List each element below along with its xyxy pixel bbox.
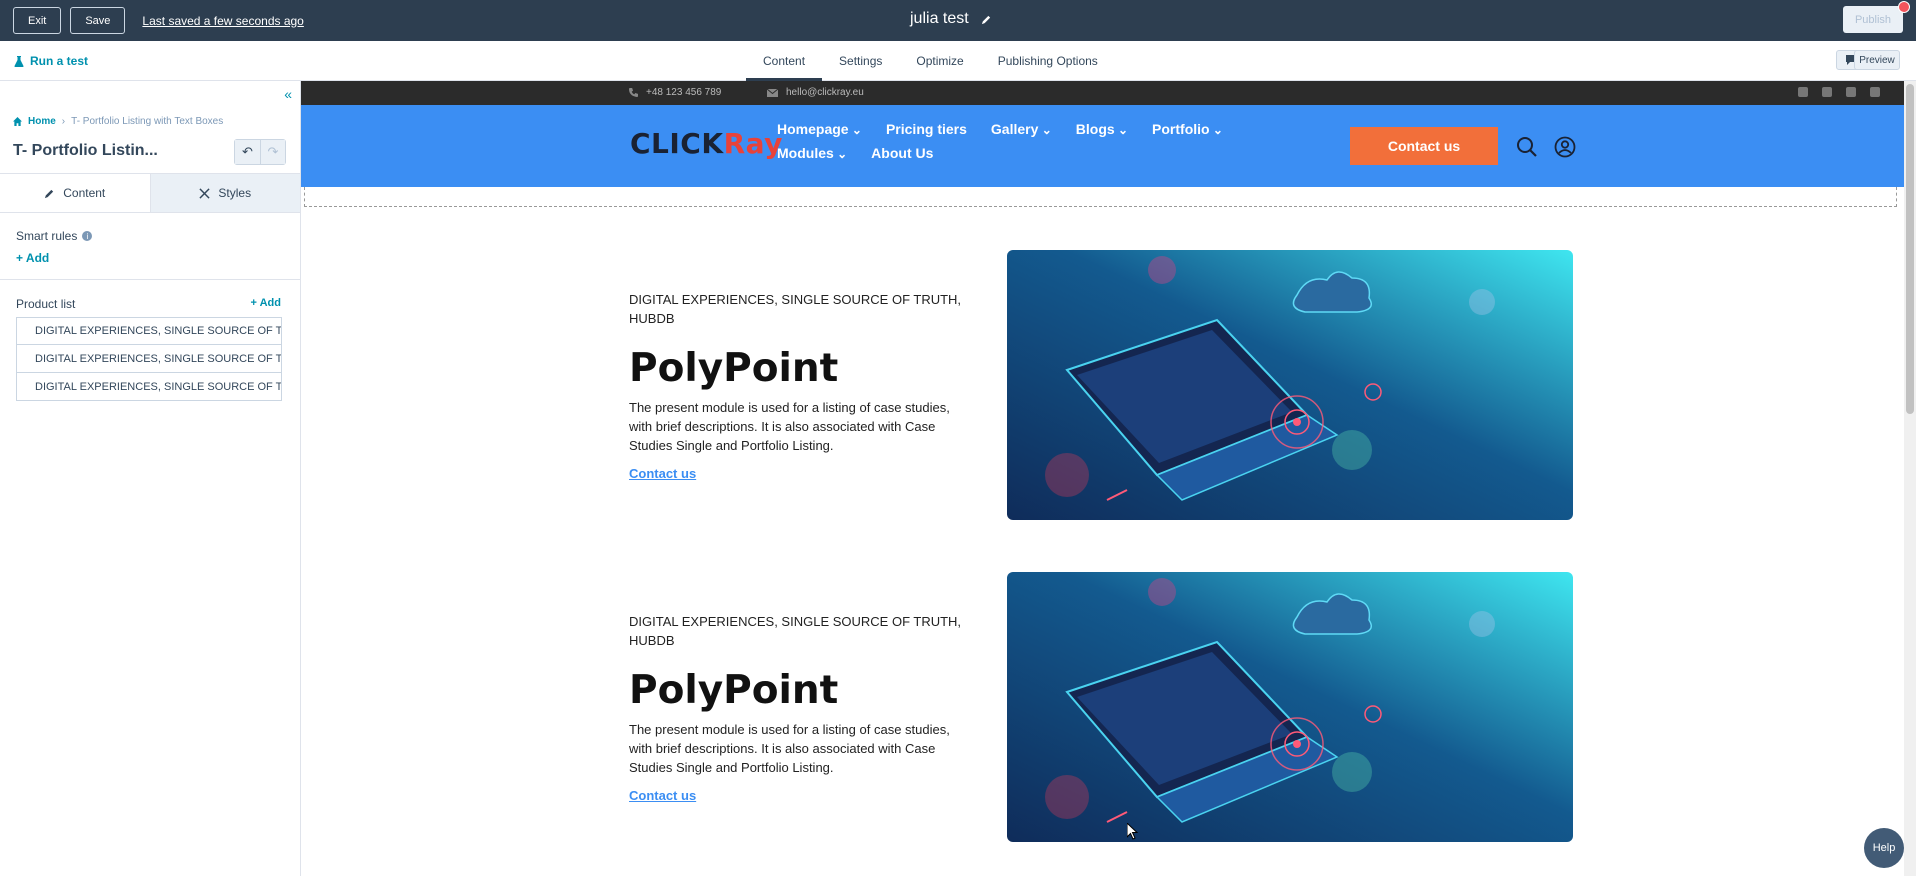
nav-about-us[interactable]: About Us bbox=[871, 145, 933, 161]
add-product-button[interactable]: + Add bbox=[251, 297, 281, 309]
header-contact-button[interactable]: Contact us bbox=[1350, 127, 1498, 165]
add-smart-rule-label: Add bbox=[25, 251, 50, 265]
help-button[interactable]: Help bbox=[1864, 828, 1904, 868]
document-title: julia test bbox=[910, 10, 992, 28]
twitter-icon[interactable] bbox=[1822, 87, 1832, 97]
logo-text-left: CLICK bbox=[630, 127, 724, 160]
video-icon[interactable] bbox=[1870, 87, 1880, 97]
sidebar-tab-content[interactable]: Content bbox=[0, 174, 150, 212]
nav-modules[interactable]: Modules bbox=[777, 145, 847, 161]
redo-icon[interactable]: ↷ bbox=[260, 140, 285, 164]
tab-publishing-options[interactable]: Publishing Options bbox=[981, 41, 1115, 81]
nav-gallery[interactable]: Gallery bbox=[991, 121, 1052, 137]
product-list: DIGITAL EXPERIENCES, SINGLE SOURCE OF T … bbox=[16, 317, 282, 401]
breadcrumb: Home › T- Portfolio Listing with Text Bo… bbox=[13, 116, 223, 127]
site-logo[interactable]: CLICKRay bbox=[630, 127, 783, 160]
site-header: CLICKRay Homepage Pricing tiers Gallery … bbox=[301, 105, 1904, 187]
card-description: The present module is used for a listing… bbox=[629, 400, 950, 453]
tab-content[interactable]: Content bbox=[746, 41, 823, 81]
home-icon bbox=[13, 117, 22, 126]
document-title-text[interactable]: julia test bbox=[910, 10, 969, 28]
nav-blogs[interactable]: Blogs bbox=[1076, 121, 1128, 137]
page-preview-canvas: +48 123 456 789 hello@clickray.eu CLICKR… bbox=[301, 81, 1904, 876]
undo-redo-group: ↶ ↷ bbox=[234, 139, 286, 165]
run-test-label: Run a test bbox=[30, 54, 89, 68]
site-email-text[interactable]: hello@clickray.eu bbox=[786, 87, 864, 98]
logo-text-right: Ray bbox=[723, 127, 783, 160]
add-smart-rule-button[interactable]: + Add bbox=[16, 251, 49, 265]
site-utility-bar: +48 123 456 789 hello@clickray.eu bbox=[301, 81, 1904, 105]
list-item[interactable]: DIGITAL EXPERIENCES, SINGLE SOURCE OF T bbox=[16, 317, 282, 345]
notification-badge bbox=[1898, 1, 1910, 13]
nav-pricing-tiers[interactable]: Pricing tiers bbox=[886, 121, 967, 137]
user-icon[interactable] bbox=[1554, 136, 1576, 158]
tab-settings[interactable]: Settings bbox=[822, 41, 899, 81]
save-button[interactable]: Save bbox=[70, 7, 126, 34]
run-test-button[interactable]: Run a test bbox=[14, 54, 88, 68]
card-contact-link[interactable]: Contact us bbox=[629, 466, 696, 481]
editor-tabs: Content Settings Optimize Publishing Opt… bbox=[746, 41, 1115, 81]
editor-subnav: Run a test Content Settings Optimize Pub… bbox=[0, 41, 1916, 81]
editor-topbar: Exit Save Last saved a few seconds ago j… bbox=[0, 0, 1916, 41]
sidebar-tabs: Content Styles bbox=[0, 173, 300, 213]
nav-portfolio[interactable]: Portfolio bbox=[1152, 121, 1223, 137]
breadcrumb-separator: › bbox=[61, 116, 66, 127]
card-description: The present module is used for a listing… bbox=[629, 722, 950, 775]
list-item[interactable]: DIGITAL EXPERIENCES, SINGLE SOURCE OF T bbox=[16, 373, 282, 401]
card-title: PolyPoint bbox=[629, 346, 839, 391]
site-email: hello@clickray.eu bbox=[767, 87, 864, 98]
preview-button[interactable]: Preview bbox=[1854, 50, 1900, 70]
youtube-icon[interactable] bbox=[1846, 87, 1856, 97]
list-item[interactable]: DIGITAL EXPERIENCES, SINGLE SOURCE OF T bbox=[16, 345, 282, 373]
product-list-label: Product list bbox=[16, 297, 76, 311]
divider bbox=[0, 279, 300, 280]
exit-button[interactable]: Exit bbox=[13, 7, 62, 34]
search-icon[interactable] bbox=[1516, 136, 1538, 158]
mouse-cursor-icon bbox=[1127, 823, 1139, 840]
portfolio-card: DIGITAL EXPERIENCES, SINGLE SOURCE OF TR… bbox=[629, 572, 1573, 842]
card-image bbox=[1007, 250, 1573, 520]
social-links bbox=[1798, 87, 1880, 97]
module-title: T- Portfolio Listin... bbox=[13, 142, 158, 159]
tab-optimize[interactable]: Optimize bbox=[899, 41, 980, 81]
sidebar-tab-styles-label: Styles bbox=[218, 186, 252, 200]
phone-icon bbox=[629, 88, 638, 97]
facebook-icon[interactable] bbox=[1798, 87, 1808, 97]
publish-button[interactable]: Publish bbox=[1843, 6, 1903, 33]
breadcrumb-current: T- Portfolio Listing with Text Boxes bbox=[71, 116, 224, 127]
drop-zone bbox=[304, 187, 1897, 207]
site-phone-text[interactable]: +48 123 456 789 bbox=[646, 87, 721, 98]
laptop-cloud-illustration bbox=[1007, 250, 1573, 520]
nav-homepage[interactable]: Homepage bbox=[777, 121, 862, 137]
undo-icon[interactable]: ↶ bbox=[235, 140, 260, 164]
card-tags: DIGITAL EXPERIENCES, SINGLE SOURCE OF TR… bbox=[629, 292, 962, 326]
card-tags: DIGITAL EXPERIENCES, SINGLE SOURCE OF TR… bbox=[629, 614, 962, 648]
portfolio-card: DIGITAL EXPERIENCES, SINGLE SOURCE OF TR… bbox=[629, 250, 1573, 520]
info-icon[interactable]: i bbox=[82, 231, 93, 241]
sidebar-tab-content-label: Content bbox=[63, 186, 106, 200]
card-title: PolyPoint bbox=[629, 668, 839, 713]
site-nav: Homepage Pricing tiers Gallery Blogs Por… bbox=[777, 121, 1277, 161]
breadcrumb-home[interactable]: Home bbox=[28, 116, 56, 127]
module-sidebar: « Home › T- Portfolio Listing with Text … bbox=[0, 81, 301, 876]
smart-rules-text: Smart rules bbox=[16, 229, 78, 243]
sidebar-tab-styles[interactable]: Styles bbox=[149, 174, 300, 212]
last-saved-link[interactable]: Last saved a few seconds ago bbox=[142, 14, 303, 28]
brush-icon bbox=[199, 187, 211, 199]
collapse-sidebar-icon[interactable]: « bbox=[284, 86, 292, 102]
mail-icon bbox=[767, 88, 778, 97]
flask-icon bbox=[14, 55, 24, 67]
card-image bbox=[1007, 572, 1573, 842]
laptop-cloud-illustration bbox=[1007, 572, 1573, 842]
pencil-icon[interactable] bbox=[981, 14, 992, 25]
site-phone: +48 123 456 789 bbox=[629, 87, 721, 98]
pencil-icon bbox=[45, 189, 54, 198]
canvas-scrollbar[interactable] bbox=[1904, 81, 1916, 876]
card-contact-link[interactable]: Contact us bbox=[629, 788, 696, 803]
scrollbar-thumb[interactable] bbox=[1906, 84, 1914, 414]
smart-rules-label: Smart rules i bbox=[16, 229, 93, 243]
